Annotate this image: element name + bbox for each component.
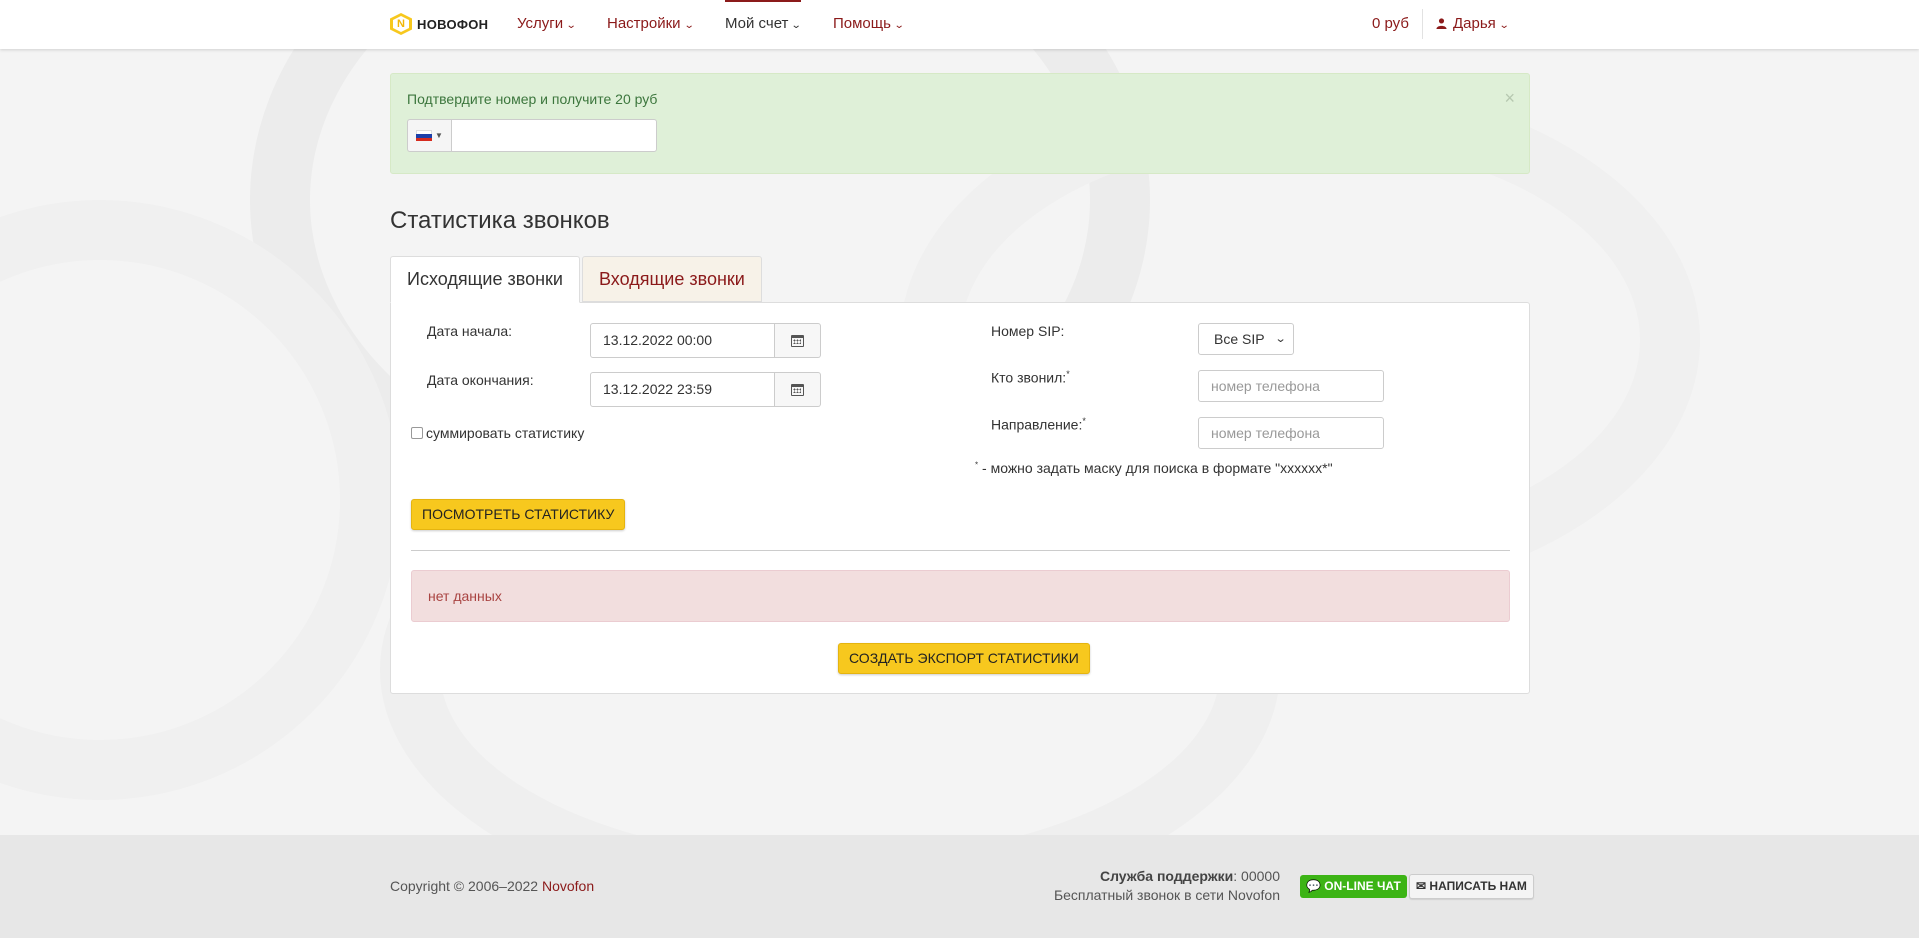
stats-panel: Дата начала: 13.12.2022 00:00 Дата оконч… [390, 302, 1530, 694]
sum-stats-label: суммировать статистику [426, 425, 585, 441]
nav-help-label: Помощь [833, 15, 891, 32]
start-calendar-button[interactable] [775, 323, 821, 358]
direction-label: Направление:* [991, 416, 1086, 433]
nav-services[interactable]: Услуги ⌄ [517, 0, 577, 49]
ru-flag-icon [416, 130, 433, 141]
chevron-down-icon: ⌄ [893, 20, 905, 31]
nav-my-account[interactable]: Мой счет ⌄ [725, 0, 803, 49]
nav-my-account-label: Мой счет [725, 15, 789, 32]
tab-incoming-calls[interactable]: Входящие звонки [581, 256, 762, 302]
sip-select[interactable]: Все SIP ⌄ [1198, 323, 1294, 355]
end-date-label: Дата окончания: [427, 372, 534, 388]
tab-outgoing-calls[interactable]: Исходящие звонки [390, 256, 580, 303]
logo-icon: N [390, 13, 412, 35]
user-menu[interactable]: Дарья ⌄ [1436, 0, 1510, 49]
novofon-link[interactable]: Novofon [542, 878, 594, 894]
copyright: Copyright © 2006–2022 Novofon [390, 878, 595, 894]
sip-select-value: Все SIP [1214, 331, 1265, 347]
call-type-tabs: Исходящие звонки Входящие звонки [390, 256, 1530, 303]
nav-settings-label: Настройки [607, 15, 681, 32]
sum-stats-checkbox-row[interactable]: суммировать статистику [411, 425, 584, 441]
user-name: Дарья [1453, 15, 1496, 32]
user-icon [1436, 18, 1447, 29]
free-call-text: Бесплатный звонок в сети Novofon [1053, 887, 1280, 903]
start-date-label: Дата начала: [427, 323, 513, 339]
start-date-input[interactable]: 13.12.2022 00:00 [590, 323, 775, 358]
phone-number-input[interactable] [451, 119, 657, 152]
verify-phone-alert: Подтвердите номер и получите 20 руб × ▼ [390, 73, 1530, 174]
nav-settings[interactable]: Настройки ⌄ [607, 0, 695, 49]
direction-input[interactable]: номер телефона [1198, 417, 1384, 449]
nav-divider [1422, 9, 1423, 39]
verify-phone-text: Подтвердите номер и получите 20 руб [407, 91, 658, 107]
write-us-button[interactable]: ✉ НАПИСАТЬ НАМ [1409, 874, 1534, 899]
end-date-input[interactable]: 13.12.2022 23:59 [590, 372, 775, 407]
phone-input-group: ▼ [407, 119, 657, 152]
main-container: Подтвердите номер и получите 20 руб × ▼ … [390, 73, 1530, 694]
caller-input[interactable]: номер телефона [1198, 370, 1384, 402]
sip-label: Номер SIP: [991, 323, 1065, 339]
support-info: Служба поддержки: 00000 Бесплатный звоно… [1054, 867, 1280, 905]
end-calendar-button[interactable] [775, 372, 821, 407]
nav-help[interactable]: Помощь ⌄ [833, 0, 905, 49]
balance-link[interactable]: 0 руб [1372, 0, 1409, 47]
online-chat-button[interactable]: 💬 ON-LINE ЧАТ [1300, 875, 1407, 898]
calendar-icon [791, 334, 804, 347]
chevron-down-icon: ⌄ [565, 20, 577, 31]
logo-text: НОВОФОН [417, 16, 489, 32]
chat-icon: 💬 [1306, 879, 1321, 893]
view-stats-button[interactable]: ПОСМОТРЕТЬ СТАТИСТИКУ [411, 499, 626, 530]
footer: Copyright © 2006–2022 Novofon Служба под… [0, 835, 1919, 938]
end-date-group: 13.12.2022 23:59 [590, 372, 821, 407]
chevron-down-icon: ⌄ [683, 20, 695, 31]
support-label: Служба поддержки [1099, 868, 1234, 884]
chevron-down-icon: ⌄ [791, 20, 803, 31]
novofon-logo[interactable]: N НОВОФОН [390, 13, 488, 35]
top-navbar: N НОВОФОН Услуги ⌄ Настройки ⌄ Мой счет ⌄ П… [0, 0, 1919, 49]
chevron-down-icon: ⌄ [1274, 333, 1287, 345]
envelope-icon: ✉ [1416, 879, 1427, 893]
divider [411, 550, 1510, 551]
caller-label: Кто звонил:* [991, 369, 1070, 386]
start-date-group: 13.12.2022 00:00 [590, 323, 821, 358]
country-selector[interactable]: ▼ [407, 119, 451, 152]
mask-hint: * - можно задать маску для поиска в форм… [975, 460, 1333, 476]
close-icon[interactable]: × [1504, 88, 1515, 109]
sum-stats-checkbox[interactable] [411, 427, 423, 439]
calendar-icon [791, 383, 804, 396]
caret-down-icon: ▼ [435, 131, 443, 140]
chevron-down-icon: ⌄ [1498, 20, 1510, 31]
nav-services-label: Услуги [517, 15, 564, 32]
page-title: Статистика звонков [390, 207, 610, 234]
export-stats-button[interactable]: СОЗДАТЬ ЭКСПОРТ СТАТИСТИКИ [838, 643, 1090, 674]
no-data-alert: нет данных [411, 570, 1510, 622]
support-number: : 00000 [1233, 868, 1280, 884]
